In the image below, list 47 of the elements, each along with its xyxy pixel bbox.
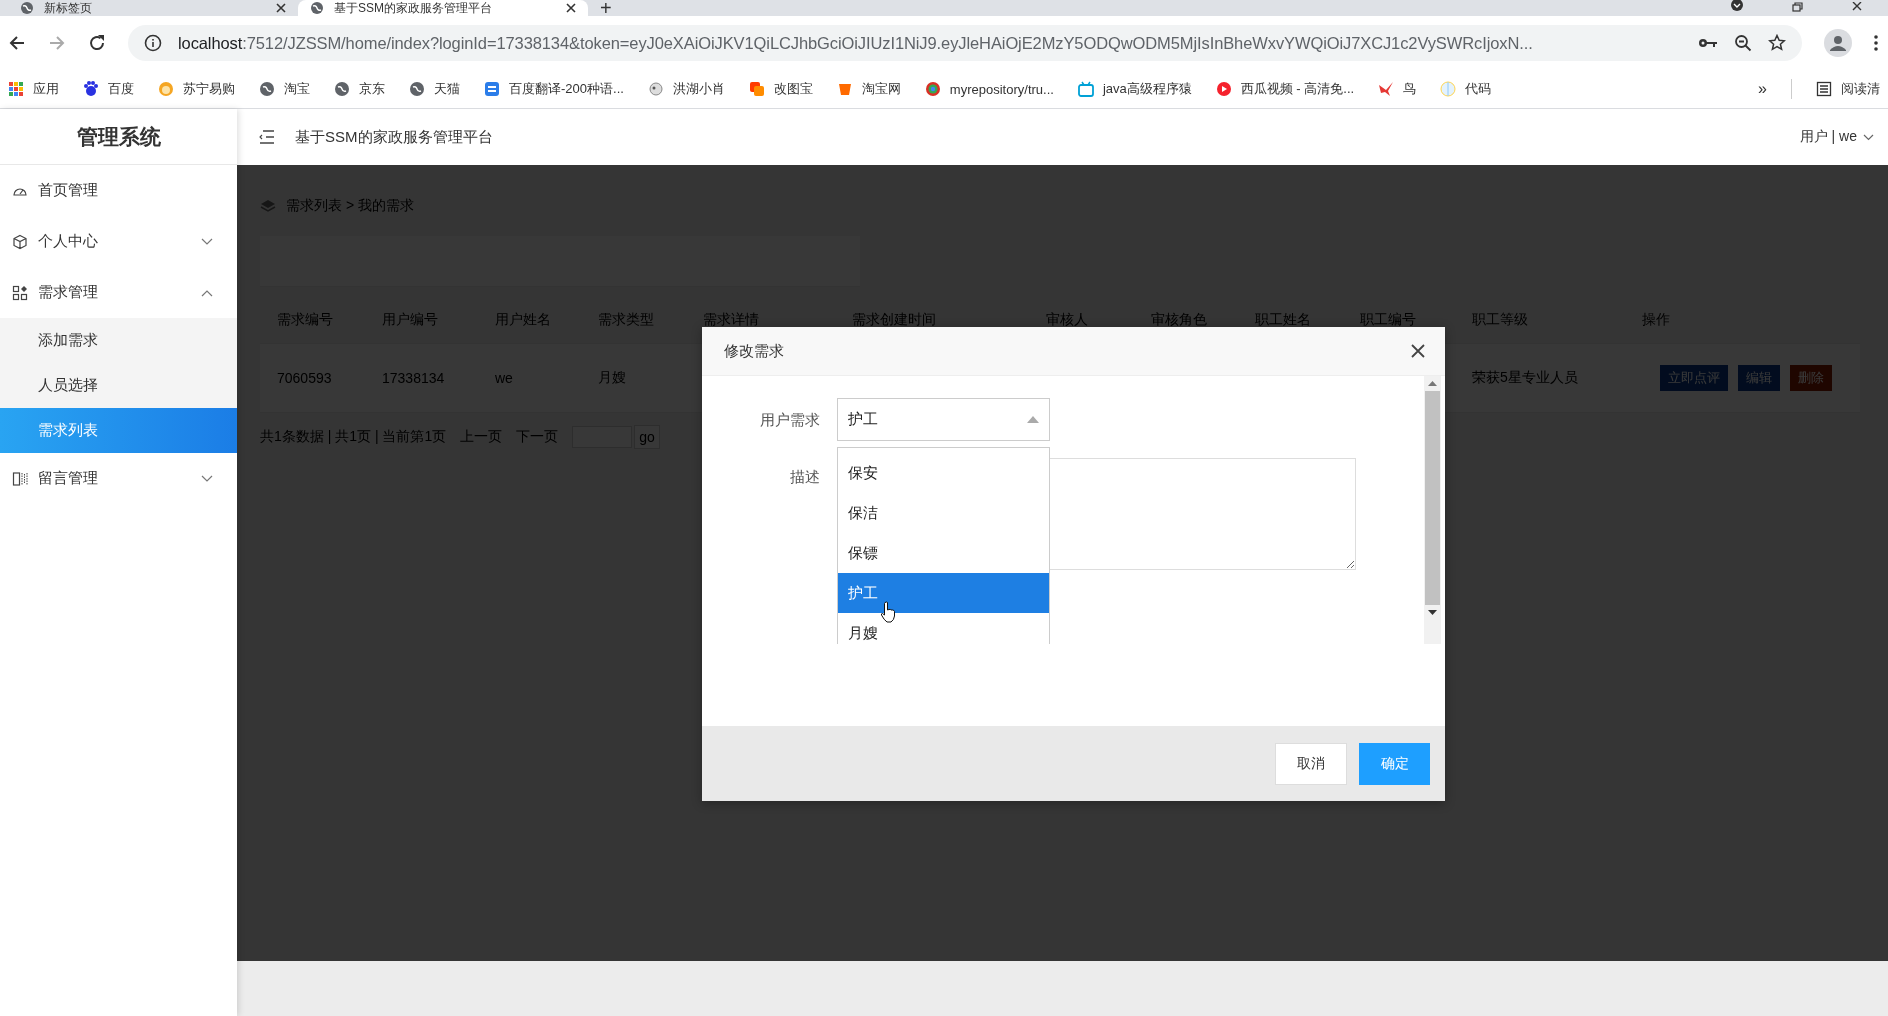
bookmark[interactable]: 百度 [83, 80, 134, 98]
user-menu[interactable]: 用户 | we [1799, 128, 1874, 146]
cancel-button[interactable]: 取消 [1275, 742, 1347, 785]
bookmark[interactable]: java高级程序猿 [1077, 80, 1192, 98]
bookmark[interactable]: 西瓜视频 - 高清免... [1215, 80, 1355, 98]
nav-item[interactable]: 留言管理 [0, 453, 237, 504]
field-label: 描述 [789, 467, 820, 487]
dialog-title: 修改需求 [724, 341, 784, 361]
bookmark[interactable]: 苏宁易购 [158, 80, 235, 98]
bookmark[interactable]: 百度翻译-200种语... [484, 80, 624, 98]
more-bookmarks-button[interactable]: » [1758, 80, 1767, 98]
bookmark[interactable]: 淘宝 [259, 80, 310, 98]
url-path: :7512/JZSSM/home/index?loginId=17338134&token=eyJ0eXAiOiJKV1QiLCJhbGciOiJIUzI1NiJ9.eyJleHAiOjE2MzY5ODQwODM5MjIsInBheWxvYWQiOiJ7XCJ1c2VySWRcIjoxN... [242, 33, 1533, 52]
bookmark[interactable]: 代码 [1440, 80, 1492, 98]
table-cell-text: 7060593 [277, 370, 333, 386]
url-host: localhost [178, 33, 243, 52]
address-bar[interactable]: localhost:7512/JZSSM/home/index?loginId=17338134&token=eyJ0eXAiOiJKV1QiLCJhbGciOiJIUzI1NiJ9.eyJleHAiOjE2MzY5ODQwODM5MjIsInBheWxvYWQiOiJ7XCJ1c2VySWRcIjoxN... [128, 25, 1802, 61]
browser-tab[interactable]: 基于SSM的家政服务管理平台 [298, 0, 588, 16]
bookmark[interactable]: 京东 [334, 80, 385, 98]
app-title: 基于SSM的家政服务管理平台 [295, 127, 493, 147]
new-tab-button[interactable]: + [588, 0, 624, 16]
logo-text: 管理系统 [76, 123, 161, 150]
dropdown[interactable]: 护工 [837, 398, 1050, 441]
browser-tab[interactable]: 新标签页 [8, 0, 298, 16]
bookmark[interactable]: 改图宝 [748, 80, 813, 98]
bookmark[interactable]: 淘宝网 [836, 80, 901, 98]
bookmark[interactable]: 应用 [8, 80, 59, 98]
tab-title: 基于SSM的家政服务管理平台 [334, 1, 493, 15]
nav-subitem[interactable]: 添加需求 [0, 318, 237, 363]
bookmark[interactable]: myrepository/tru... [924, 81, 1054, 97]
dropdown-option[interactable]: 月嫂 [838, 613, 1049, 644]
dropdown-option[interactable]: 保洁 [838, 493, 1049, 533]
dropdown-option[interactable]: 护工 [838, 573, 1049, 613]
nav-item[interactable]: 首页管理 [0, 165, 237, 216]
field-label: 用户需求 [759, 410, 820, 430]
table-cell-text: we [495, 370, 514, 386]
bookmark[interactable]: 天猫 [409, 80, 460, 98]
dropdown-option[interactable]: 保镖 [838, 533, 1049, 573]
bookmark[interactable]: 洪湖小肖 [647, 80, 725, 98]
nav-item[interactable]: 需求管理 [0, 267, 237, 318]
nav-item[interactable]: 个人中心 [0, 216, 237, 267]
reading-list-button[interactable]: 阅读清 [1816, 80, 1880, 98]
nav-subitem[interactable]: 人员选择 [0, 363, 237, 408]
bookmark[interactable]: 鸟 [1378, 80, 1417, 98]
table-cell-text: 17338134 [382, 370, 446, 386]
tab-title: 新标签页 [44, 1, 93, 15]
dropdown-option[interactable]: 保安 [838, 453, 1049, 493]
